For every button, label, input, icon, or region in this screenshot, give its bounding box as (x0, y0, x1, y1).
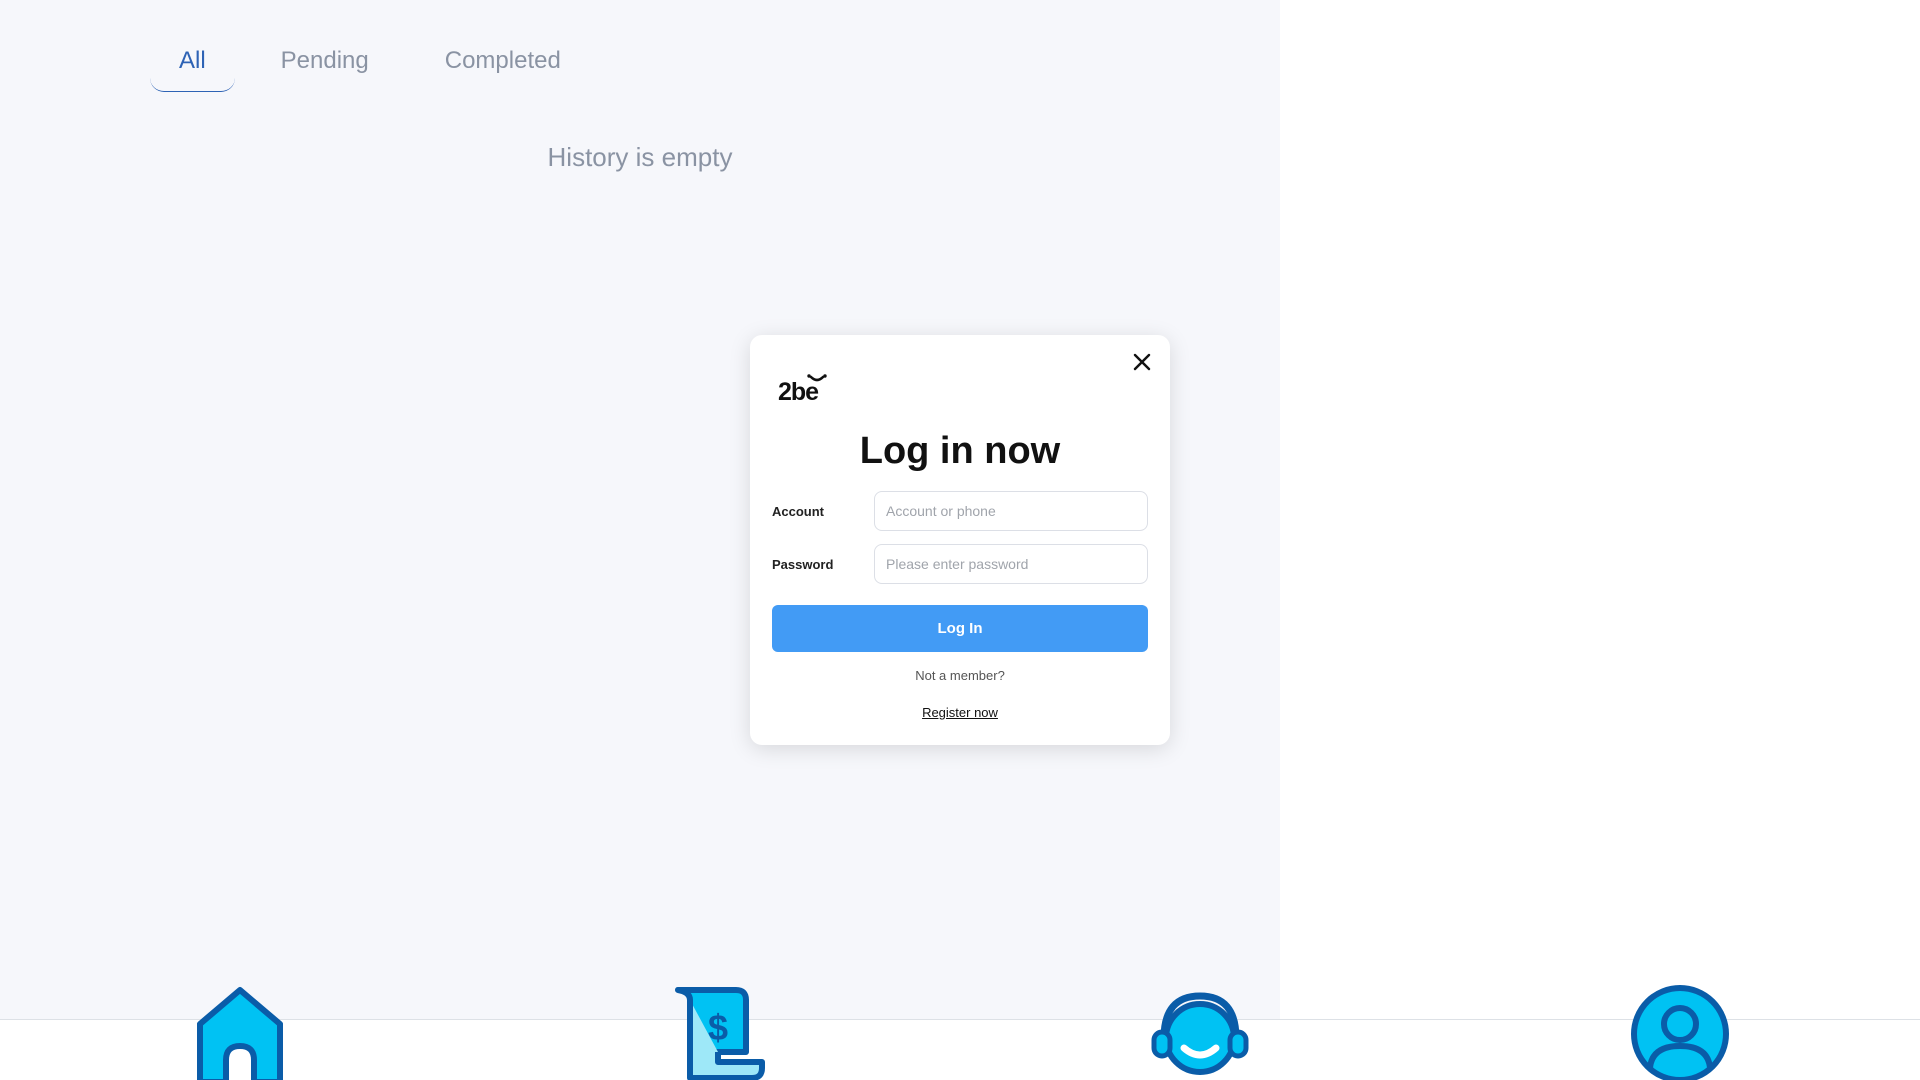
headset-support-icon[interactable] (1148, 982, 1252, 1080)
account-label: Account (772, 503, 824, 519)
history-tabs: All Pending Completed (150, 36, 590, 92)
history-empty-message: History is empty (547, 142, 733, 172)
account-input[interactable] (874, 491, 1148, 531)
password-row: Password (772, 544, 1148, 584)
user-profile-icon[interactable] (1628, 982, 1732, 1080)
brand-logo: 2be (778, 374, 827, 405)
password-label: Password (772, 556, 834, 572)
account-row: Account (772, 491, 1148, 531)
register-link[interactable]: Register now (750, 705, 1170, 720)
svg-text:2be: 2be (778, 378, 819, 405)
tab-all[interactable]: All (150, 36, 235, 92)
receipt-dollar-icon[interactable]: $ (668, 982, 772, 1080)
not-member-text: Not a member? (915, 668, 1005, 683)
login-button[interactable]: Log In (772, 605, 1148, 652)
home-icon[interactable] (188, 982, 292, 1080)
password-input[interactable] (874, 544, 1148, 584)
tab-pending[interactable]: Pending (252, 36, 398, 92)
svg-text:$: $ (708, 1007, 728, 1048)
tab-completed[interactable]: Completed (416, 36, 590, 92)
close-icon[interactable] (1130, 350, 1154, 374)
login-modal: 2be Log in now Account Password Log In N… (750, 335, 1170, 745)
login-title: Log in now (859, 430, 1061, 472)
